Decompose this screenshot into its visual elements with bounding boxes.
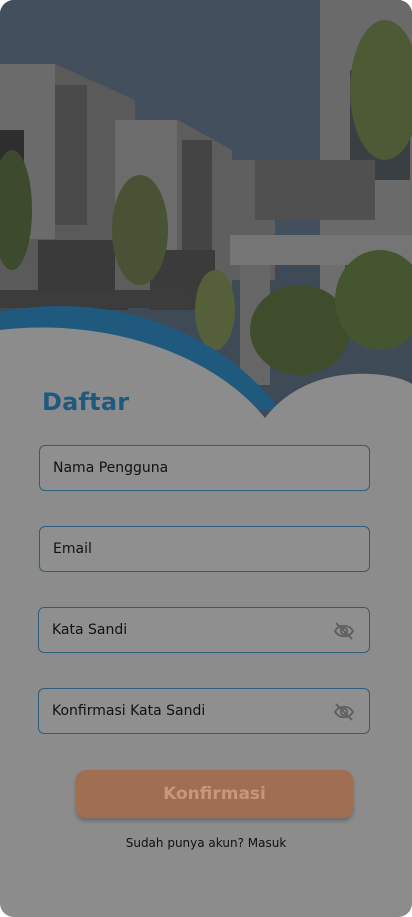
password-label: Kata Sandi bbox=[52, 622, 128, 638]
login-link[interactable]: Sudah punya akun? Masuk bbox=[0, 836, 412, 850]
email-label: Email bbox=[53, 541, 92, 557]
confirm-button-label: Konfirmasi bbox=[163, 784, 266, 804]
username-field[interactable]: Nama Pengguna bbox=[39, 445, 370, 491]
password-field[interactable]: Kata Sandi bbox=[38, 607, 370, 653]
email-field[interactable]: Email bbox=[39, 526, 370, 572]
confirm-button[interactable]: Konfirmasi bbox=[76, 770, 353, 818]
eye-off-icon[interactable] bbox=[333, 621, 355, 641]
eye-off-icon[interactable] bbox=[333, 702, 355, 722]
page-title: Daftar bbox=[42, 388, 130, 416]
register-screen: Daftar Nama Pengguna Email Kata Sandi Ko… bbox=[0, 0, 412, 917]
confirm-password-label: Konfirmasi Kata Sandi bbox=[52, 703, 206, 719]
username-label: Nama Pengguna bbox=[53, 460, 169, 476]
confirm-password-field[interactable]: Konfirmasi Kata Sandi bbox=[38, 688, 370, 734]
